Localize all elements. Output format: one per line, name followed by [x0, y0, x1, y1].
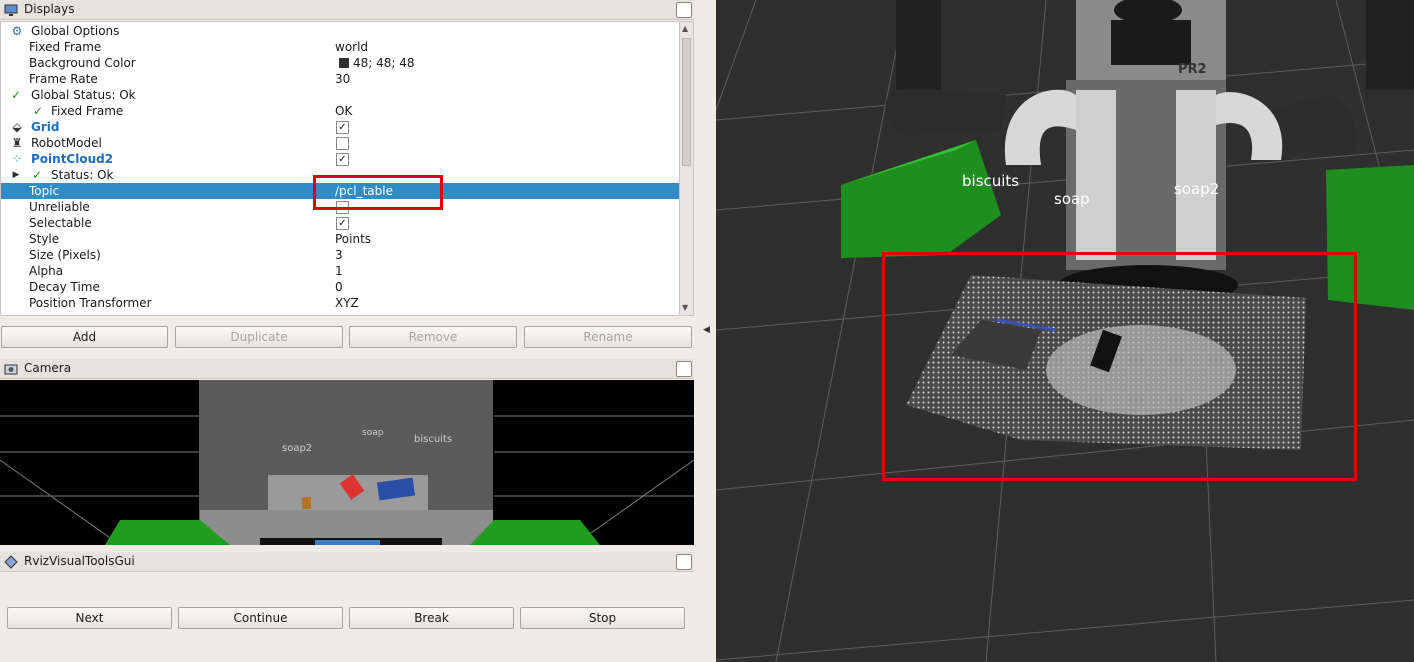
tree-row-label: Selectable	[29, 216, 92, 230]
pointcloud2-enabled-checkbox[interactable]: ✓	[336, 153, 349, 166]
scroll-up-arrow-icon[interactable]: ▲	[682, 24, 688, 33]
tree-row-label: Topic	[29, 184, 60, 198]
tree-row-label: Status: Ok	[51, 168, 114, 182]
left-panel-area: Displays ⚙ Global Options Fixed Frame wo…	[0, 0, 716, 662]
tree-row-grid[interactable]: ⬙ Grid ✓	[1, 119, 680, 135]
camera-label-soap: soap	[362, 428, 384, 438]
tree-row-label: Fixed Frame	[51, 104, 124, 118]
pointcloud-icon: ⁘	[11, 152, 23, 166]
background-color-text: 48; 48; 48	[353, 56, 415, 70]
camera-icon	[4, 364, 18, 375]
tree-row-style[interactable]: Style Points	[1, 231, 680, 247]
gear-icon: ⚙	[11, 24, 23, 38]
tree-row-global-status[interactable]: ✓ Global Status: Ok	[1, 87, 680, 103]
displays-panel-header: Displays	[0, 0, 694, 20]
color-swatch	[339, 58, 349, 68]
duplicate-button[interactable]: Duplicate	[175, 326, 343, 348]
stop-button[interactable]: Stop	[520, 607, 685, 629]
camera-panel-header: Camera	[0, 359, 694, 379]
tree-row-position-transformer[interactable]: Position Transformer XYZ	[1, 295, 680, 311]
tree-row-label: PointCloud2	[31, 152, 114, 166]
size-value[interactable]: 3	[335, 247, 343, 263]
topic-highlight-box	[313, 175, 443, 210]
grid-enabled-checkbox[interactable]: ✓	[336, 121, 349, 134]
tree-row-label: RobotModel	[31, 136, 102, 150]
decay-time-value[interactable]: 0	[335, 279, 343, 295]
camera-scene	[0, 380, 694, 545]
next-button[interactable]: Next	[7, 607, 172, 629]
fixed-frame-status-value: OK	[335, 104, 353, 118]
scene-label-soap: soap	[1054, 190, 1090, 208]
scene-label-biscuits: biscuits	[962, 172, 1020, 190]
tree-row-label: Style	[29, 232, 60, 246]
tree-row-label: Global Status: Ok	[31, 88, 136, 102]
tree-row-label: Alpha	[29, 264, 64, 278]
scrollbar-thumb[interactable]	[682, 38, 691, 166]
tree-row-label: Background Color	[29, 56, 136, 70]
background-color-value[interactable]: 48; 48; 48	[339, 55, 415, 71]
camera-view[interactable]: soap2 soap biscuits	[0, 380, 694, 545]
tree-row-selectable[interactable]: Selectable ✓	[1, 215, 680, 231]
expand-arrow-icon[interactable]: ▶	[9, 168, 23, 182]
continue-button[interactable]: Continue	[178, 607, 343, 629]
scene-label-soap2: soap2	[1174, 180, 1220, 198]
tree-row-label: Frame Rate	[29, 72, 98, 86]
tree-row-decay-time[interactable]: Decay Time 0	[1, 279, 680, 295]
tree-row-label: Unreliable	[29, 200, 90, 214]
3d-scene-view[interactable]: biscuits soap soap2 PR2	[716, 0, 1414, 662]
tree-row-frame-rate[interactable]: Frame Rate 30	[1, 71, 680, 87]
tree-row-label: Fixed Frame	[29, 40, 102, 54]
style-value[interactable]: Points	[335, 231, 371, 247]
add-button[interactable]: Add	[1, 326, 168, 348]
tree-row-size[interactable]: Size (Pixels) 3	[1, 247, 680, 263]
remove-button[interactable]: Remove	[349, 326, 517, 348]
robot-tag-label: PR2	[1178, 62, 1207, 77]
rviz-tools-panel-header: RvizVisualToolsGui	[0, 552, 694, 572]
frame-rate-value[interactable]: 30	[335, 71, 350, 87]
tree-row-pointcloud2[interactable]: ⁘ PointCloud2 ✓	[1, 151, 680, 167]
tree-row-global-options[interactable]: ⚙ Global Options	[1, 23, 680, 39]
tree-row-alpha[interactable]: Alpha 1	[1, 263, 680, 279]
camera-label-biscuits: biscuits	[414, 434, 453, 445]
break-button[interactable]: Break	[349, 607, 514, 629]
position-transformer-value[interactable]: XYZ	[335, 295, 359, 311]
tree-row-label: Grid	[31, 120, 60, 134]
checkmark-icon: ✓	[32, 104, 44, 118]
tree-row-label: Size (Pixels)	[29, 248, 101, 262]
alpha-value[interactable]: 1	[335, 263, 343, 279]
tree-row-background-color[interactable]: Background Color 48; 48; 48	[1, 55, 680, 71]
camera-panel-title: Camera	[24, 361, 72, 375]
tree-row-label: Global Options	[31, 24, 120, 38]
displays-panel-title: Displays	[24, 2, 75, 16]
camera-label-soap2: soap2	[282, 443, 313, 454]
tree-row-fixed-frame[interactable]: Fixed Frame world	[1, 39, 680, 55]
displays-tree[interactable]: ⚙ Global Options Fixed Frame world Backg…	[0, 21, 694, 316]
grid-icon: ⬙	[12, 120, 22, 134]
tree-scrollbar[interactable]: ▲ ▼	[679, 22, 693, 315]
diamond-icon	[4, 555, 18, 569]
float-panel-button[interactable]	[676, 554, 692, 570]
rviz-tools-panel-title: RvizVisualToolsGui	[24, 554, 135, 568]
pointcloud-highlight-box	[882, 252, 1357, 481]
float-panel-button[interactable]	[676, 2, 692, 18]
selectable-checkbox[interactable]: ✓	[336, 217, 349, 230]
robot-model-enabled-checkbox[interactable]	[336, 137, 349, 150]
checkmark-icon: ✓	[10, 88, 22, 102]
collapse-panel-arrow-icon[interactable]: ◀	[703, 325, 710, 335]
checkmark-icon: ✓	[31, 168, 43, 182]
tree-row-label: Decay Time	[29, 280, 100, 294]
robot-icon: ♜	[11, 136, 23, 150]
monitor-icon	[4, 4, 18, 16]
rename-button[interactable]: Rename	[524, 326, 692, 348]
fixed-frame-value[interactable]: world	[335, 39, 368, 55]
tree-row-robot-model[interactable]: ♜ RobotModel	[1, 135, 680, 151]
float-panel-button[interactable]	[676, 361, 692, 377]
scroll-down-arrow-icon[interactable]: ▼	[682, 303, 688, 312]
tree-row-fixed-frame-status[interactable]: ✓ Fixed Frame OK	[1, 103, 680, 119]
tree-row-label: Position Transformer	[29, 296, 152, 310]
